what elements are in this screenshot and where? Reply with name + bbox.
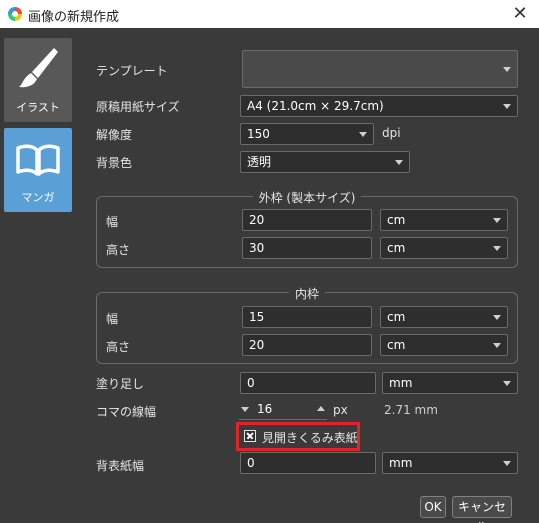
- app-logo-icon: [8, 7, 22, 21]
- panel-line-converted: 2.71 mm: [384, 403, 438, 417]
- template-select[interactable]: [242, 50, 518, 88]
- spine-unit: mm: [389, 456, 413, 470]
- template-label: テンプレート: [96, 64, 168, 78]
- bleed-unit: mm: [389, 376, 413, 390]
- panel-line-stepper[interactable]: 16: [239, 400, 327, 420]
- window-title: 画像の新規作成: [28, 10, 120, 25]
- inner-width-label: 幅: [106, 312, 119, 326]
- tab-illustration-label: イラスト: [16, 101, 60, 114]
- chevron-down-icon: [503, 67, 511, 72]
- decrement-icon[interactable]: [241, 407, 249, 412]
- increment-icon[interactable]: [317, 406, 325, 411]
- outer-width-unit: cm: [387, 213, 406, 227]
- outer-width-unit-select[interactable]: cm: [380, 209, 508, 231]
- inner-width-input[interactable]: 15: [242, 306, 372, 328]
- outer-height-unit-select[interactable]: cm: [380, 237, 508, 259]
- chevron-down-icon: [493, 246, 501, 251]
- resolution-value: 150: [247, 127, 270, 141]
- outer-height-label: 高さ: [106, 243, 131, 257]
- bleed-label: 塗り足し: [96, 377, 145, 391]
- inner-height-unit-select[interactable]: cm: [380, 334, 508, 356]
- inner-width-unit: cm: [387, 310, 406, 324]
- bg-color-select[interactable]: 透明: [240, 151, 410, 173]
- chevron-down-icon: [493, 343, 501, 348]
- spread-cover-label[interactable]: 見開きくるみ表紙: [262, 429, 358, 446]
- chevron-down-icon: [395, 160, 403, 165]
- chevron-down-icon: [493, 218, 501, 223]
- tab-manga[interactable]: マンガ: [4, 128, 72, 212]
- resolution-unit: dpi: [382, 126, 401, 140]
- close-icon[interactable]: ✕: [509, 3, 531, 25]
- resolution-label: 解像度: [96, 128, 133, 142]
- paper-size-label: 原稿用紙サイズ: [96, 100, 180, 114]
- inner-height-input[interactable]: 20: [242, 334, 372, 356]
- chevron-down-icon: [359, 132, 367, 137]
- spine-input[interactable]: 0: [240, 452, 376, 474]
- paintbrush-icon: [19, 48, 58, 88]
- tab-illustration[interactable]: イラスト: [4, 38, 72, 122]
- open-book-icon: [16, 144, 60, 176]
- bg-color-label: 背景色: [96, 156, 133, 170]
- bleed-input[interactable]: 0: [240, 372, 376, 394]
- chevron-down-icon: [493, 315, 501, 320]
- title-bar: 画像の新規作成 ✕: [0, 0, 539, 28]
- outer-height-unit: cm: [387, 241, 406, 255]
- bleed-unit-select[interactable]: mm: [382, 372, 518, 394]
- chevron-down-icon: [503, 381, 511, 386]
- spine-label: 背表紙幅: [96, 459, 145, 473]
- outer-frame-title: 外枠 (製本サイズ): [252, 191, 362, 205]
- outer-width-input[interactable]: 20: [242, 209, 372, 231]
- inner-height-label: 高さ: [106, 340, 131, 354]
- chevron-down-icon: [503, 461, 511, 466]
- tab-manga-label: マンガ: [21, 191, 55, 204]
- outer-height-input[interactable]: 30: [242, 237, 372, 259]
- chevron-down-icon: [503, 104, 511, 109]
- spread-cover-checkbox[interactable]: [244, 430, 256, 442]
- panel-line-label: コマの線幅: [96, 405, 157, 419]
- ok-button[interactable]: OK: [420, 496, 446, 518]
- cancel-button[interactable]: キャンセル: [452, 496, 512, 523]
- resolution-select[interactable]: 150: [240, 123, 374, 145]
- inner-width-unit-select[interactable]: cm: [380, 306, 508, 328]
- spine-unit-select[interactable]: mm: [382, 452, 518, 474]
- panel-line-unit: px: [333, 403, 348, 417]
- inner-frame-title: 内枠: [288, 287, 325, 301]
- outer-width-label: 幅: [106, 215, 119, 229]
- paper-size-value: A4 (21.0cm × 29.7cm): [247, 99, 384, 113]
- panel-line-value[interactable]: 16: [257, 402, 317, 416]
- stepper-underline: [239, 419, 327, 420]
- bg-color-value: 透明: [247, 155, 272, 169]
- paper-size-select[interactable]: A4 (21.0cm × 29.7cm): [240, 95, 518, 117]
- inner-height-unit: cm: [387, 338, 406, 352]
